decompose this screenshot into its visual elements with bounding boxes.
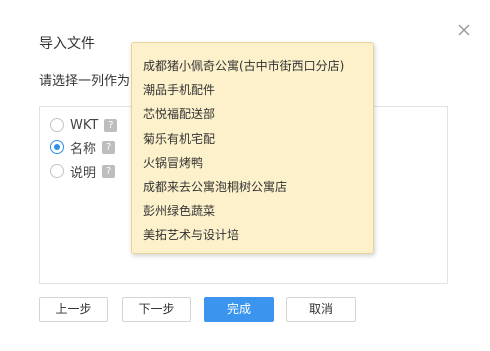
column-preview-tooltip: 成都猪小佩奇公寓(古中市街西口分店) 潮品手机配件 芯悦福配送部 菊乐有机宅配 … [131, 42, 374, 254]
radio-wkt[interactable] [50, 118, 64, 132]
radio-description[interactable] [50, 164, 64, 178]
tooltip-item: 芯悦福配送部 [143, 107, 216, 122]
column-option-description[interactable]: 说明 ? [50, 162, 116, 181]
finish-button[interactable]: 完成 [204, 297, 274, 322]
next-step-button[interactable]: 下一步 [122, 297, 191, 322]
help-icon[interactable]: ? [104, 118, 118, 132]
column-option-name[interactable]: 名称 ? [50, 138, 116, 157]
help-icon[interactable]: ? [102, 164, 116, 178]
cancel-button[interactable]: 取消 [286, 297, 356, 322]
radio-name[interactable] [50, 140, 64, 154]
tooltip-item: 火锅冒烤鸭 [143, 155, 204, 170]
column-label-name: 名称 [70, 141, 97, 157]
tooltip-item: 成都猪小佩奇公寓(古中市街西口分店) [143, 59, 345, 73]
close-button[interactable] [454, 20, 474, 40]
tooltip-item: 菊乐有机宅配 [143, 131, 216, 146]
import-file-dialog: 导入文件 请选择一列作为 WKT ? 名称 ? 说明 ? 成都猪小佩奇公寓(古中… [0, 0, 490, 351]
column-label-wkt: WKT [70, 117, 99, 133]
help-icon[interactable]: ? [102, 140, 116, 154]
tooltip-item: 美拓艺术与设计培 [143, 228, 240, 243]
prev-step-button[interactable]: 上一步 [39, 297, 108, 322]
tooltip-item: 成都来去公寓泡桐树公寓店 [143, 179, 288, 194]
column-option-wkt[interactable]: WKT ? [50, 116, 118, 134]
dialog-title: 导入文件 [39, 36, 95, 52]
column-select-prompt: 请选择一列作为 [39, 74, 131, 89]
close-icon [458, 24, 470, 36]
tooltip-item: 彭州绿色蔬菜 [143, 204, 216, 219]
column-label-description: 说明 [70, 165, 97, 181]
tooltip-item: 潮品手机配件 [143, 83, 216, 98]
